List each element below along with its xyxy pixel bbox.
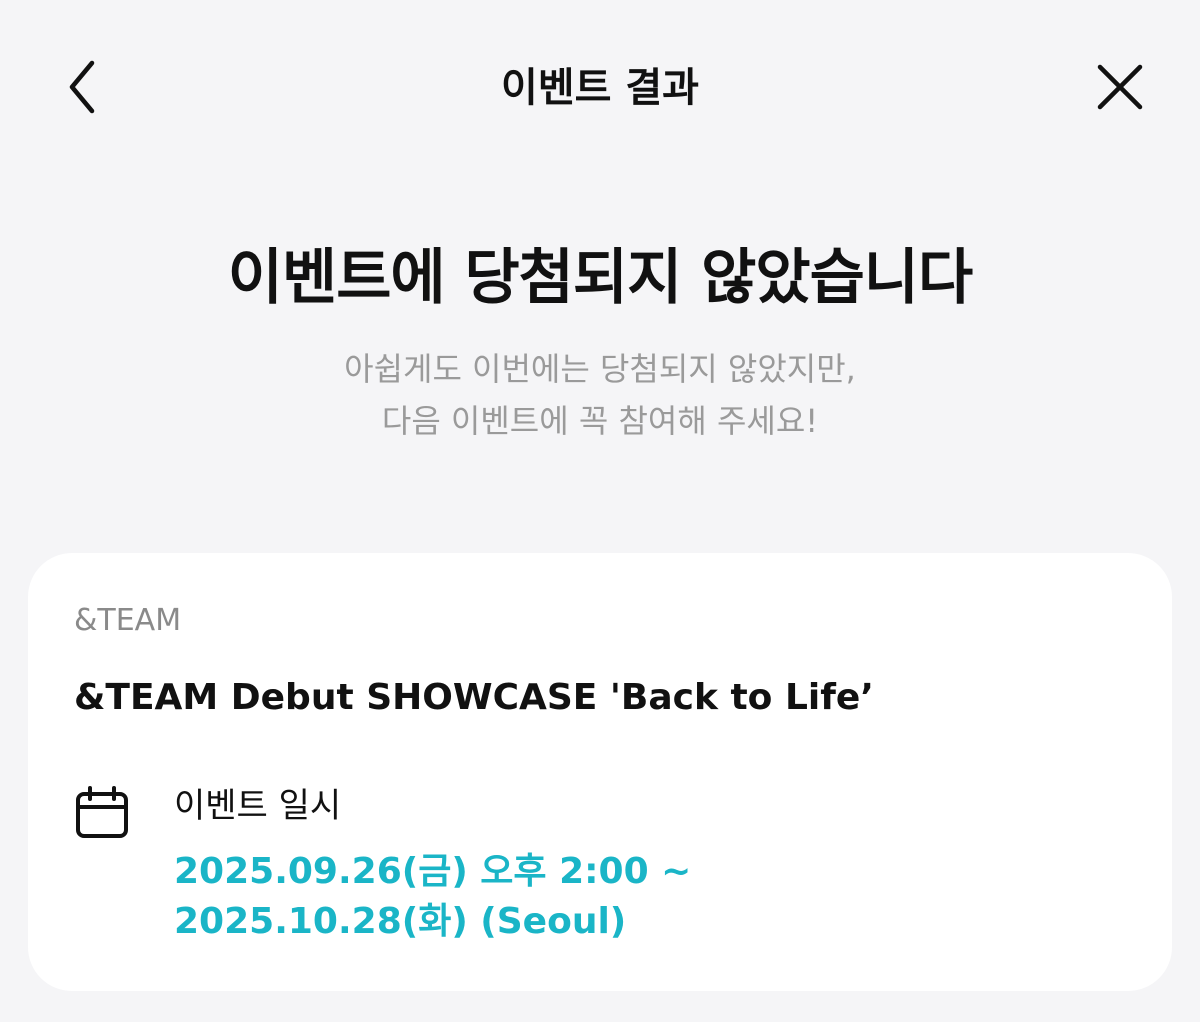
result-headline: 이벤트에 당첨되지 않았습니다: [227, 243, 973, 313]
close-button[interactable]: [1088, 55, 1152, 119]
event-date-end: 2025.10.28(화) (Seoul): [174, 901, 627, 942]
result-message-line-2: 다음 이벤트에 꼭 참여해 주세요!: [381, 402, 819, 440]
event-title: &TEAM Debut SHOWCASE 'Back to Life’: [74, 677, 874, 718]
close-icon: [1097, 64, 1143, 110]
event-date-range: 2025.09.26(금) 오후 2:00 ~ 2025.10.28(화) (S…: [174, 847, 691, 947]
artist-name: &TEAM: [74, 603, 182, 638]
calendar-icon: [74, 785, 130, 841]
page-title: 이벤트 결과: [501, 65, 699, 111]
event-card: &TEAM &TEAM Debut SHOWCASE 'Back to Life…: [28, 553, 1172, 991]
result-message-line-1: 아쉽게도 이번에는 당첨되지 않았지만,: [344, 350, 856, 388]
result-message: 아쉽게도 이번에는 당첨되지 않았지만, 다음 이벤트에 꼭 참여해 주세요!: [0, 343, 1200, 447]
top-bar: 이벤트 결과: [0, 0, 1200, 180]
event-date-start: 2025.09.26(금) 오후 2:00 ~: [174, 851, 692, 892]
event-date-label: 이벤트 일시: [174, 786, 342, 826]
